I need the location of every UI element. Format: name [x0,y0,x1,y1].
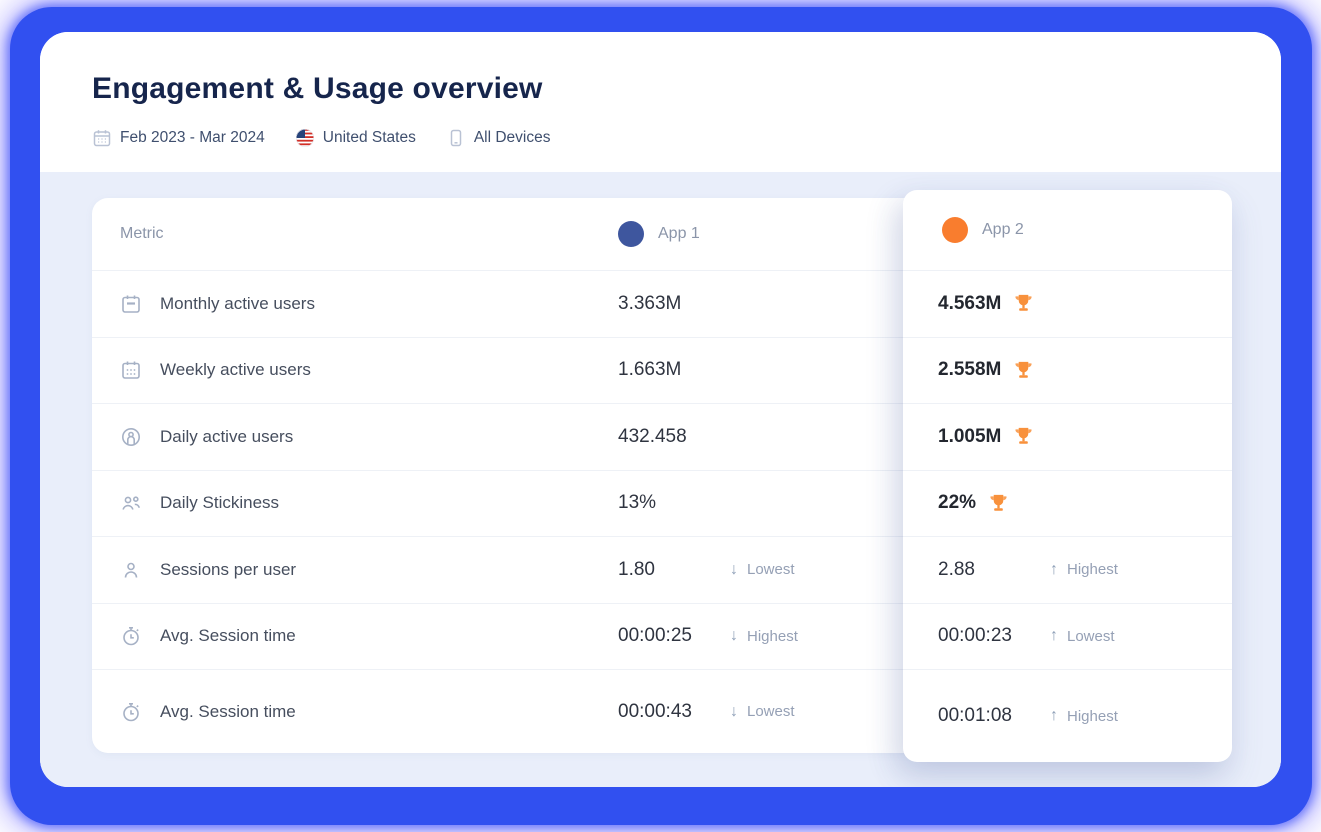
us-flag-icon [295,128,315,148]
app1-value: 1.663M [618,359,730,381]
rank-label: Highest [747,628,798,645]
metric-label: Daily Stickiness [160,493,279,513]
app1-name: App 1 [658,225,700,243]
stopwatch-icon [120,625,142,647]
app2-value: 4.563M [938,293,1001,315]
metric-column-header: Metric [120,225,164,243]
app2-value: 2.88 [938,559,1050,581]
country-label: United States [323,129,416,147]
metric-label: Avg. Session time [160,702,296,722]
app1-value: 1.80 [618,559,730,581]
user-icon [120,559,142,581]
metric-label: Weekly active users [160,360,311,380]
page-title: Engagement & Usage overview [92,72,543,106]
app1-column-header: App 1 [618,221,700,247]
app2-rank-tag: ↑ Highest [1050,561,1118,579]
app1-value: 3.363M [618,293,730,315]
devices-filter[interactable]: All Devices [446,128,551,148]
app2-value: 22% [938,492,976,514]
metric-label: Daily active users [160,427,293,447]
app2-row: 2.558M [903,337,1232,404]
arrow-up-icon: ↑ [1050,561,1058,579]
arrow-up-icon: ↑ [1050,707,1058,725]
user-circle-icon [120,426,142,448]
country-filter[interactable]: United States [295,128,416,148]
report-header: Engagement & Usage overview Feb 2023 - M… [40,32,1281,172]
rank-label: Lowest [747,703,795,720]
arrow-down-icon: ↓ [730,703,738,721]
app2-row: 00:01:08 ↑ Highest [903,669,1232,762]
screenshot-root: Engagement & Usage overview Feb 2023 - M… [0,0,1321,832]
app2-row: 22% [903,470,1232,537]
calendar-month-icon [120,293,142,315]
app2-rank-tag: ↑ Lowest [1050,627,1115,645]
metric-label: Sessions per user [160,560,296,580]
app1-dot-icon [618,221,644,247]
app2-column-card: App 2 4.563M 2.558M [903,190,1232,762]
app2-row: 1.005M [903,403,1232,470]
app1-value: 13% [618,492,730,514]
rank-label: Lowest [1067,628,1115,645]
app2-dot-icon [942,217,968,243]
rank-label: Highest [1067,561,1118,578]
trophy-icon [1012,292,1035,315]
app2-value: 00:00:23 [938,625,1050,647]
rank-label: Lowest [747,561,795,578]
stopwatch-icon [120,701,142,723]
app1-value: 432.458 [618,426,730,448]
trophy-icon [987,492,1010,515]
date-range-filter[interactable]: Feb 2023 - Mar 2024 [92,128,265,148]
arrow-down-icon: ↓ [730,561,738,579]
app2-name: App 2 [982,221,1024,239]
app1-value: 00:00:25 [618,625,730,647]
arrow-down-icon: ↓ [730,627,738,645]
arrow-up-icon: ↑ [1050,627,1058,645]
app2-value: 1.005M [938,426,1001,448]
devices-label: All Devices [474,129,551,147]
report-filters: Feb 2023 - Mar 2024 [92,128,551,148]
app2-column-header: App 2 [903,190,1232,270]
date-range-label: Feb 2023 - Mar 2024 [120,129,265,147]
app2-value: 2.558M [938,359,1001,381]
app2-value: 00:01:08 [938,705,1050,727]
trophy-icon [1012,425,1035,448]
app2-row: 4.563M [903,270,1232,337]
app1-value: 00:00:43 [618,701,730,723]
rank-label: Highest [1067,708,1118,725]
metric-label: Avg. Session time [160,626,296,646]
users-icon [120,492,142,514]
metric-label: Monthly active users [160,294,315,314]
app2-rank-tag: ↑ Highest [1050,707,1118,725]
app2-row: 00:00:23 ↑ Lowest [903,603,1232,670]
mobile-device-icon [446,128,466,148]
calendar-week-icon [120,359,142,381]
calendar-icon [92,128,112,148]
app2-row: 2.88 ↑ Highest [903,536,1232,603]
trophy-icon [1012,359,1035,382]
report-card: Engagement & Usage overview Feb 2023 - M… [40,32,1281,787]
